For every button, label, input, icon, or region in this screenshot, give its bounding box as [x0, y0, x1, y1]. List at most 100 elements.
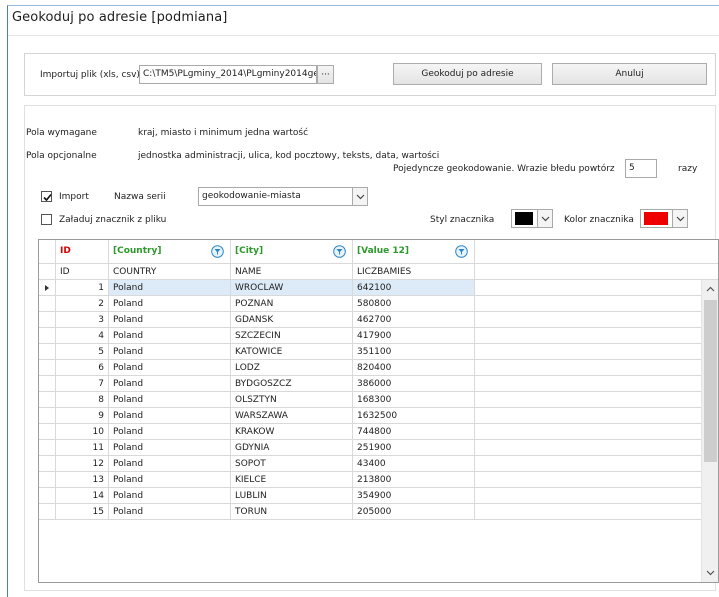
cell-value[interactable]: 744800	[353, 424, 475, 440]
cell-id[interactable]: 3	[56, 312, 109, 328]
cell-id[interactable]: 2	[56, 296, 109, 312]
cell-city[interactable]: WROCLAW	[231, 280, 353, 296]
cell-id[interactable]: 11	[56, 440, 109, 456]
table-row[interactable]: 8 Poland OLSZTYN 168300	[39, 392, 718, 408]
row-indicator[interactable]	[39, 296, 56, 312]
cell-value[interactable]: 205000	[353, 504, 475, 520]
cell-city[interactable]: BYDGOSZCZ	[231, 376, 353, 392]
cell-country[interactable]: Poland	[109, 376, 231, 392]
cell-country[interactable]: Poland	[109, 312, 231, 328]
cell-city[interactable]: KRAKOW	[231, 424, 353, 440]
row-indicator[interactable]	[39, 312, 56, 328]
row-indicator[interactable]	[39, 456, 56, 472]
cell-country[interactable]: Poland	[109, 344, 231, 360]
row-indicator[interactable]	[39, 440, 56, 456]
cell-city[interactable]: GDYNIA	[231, 440, 353, 456]
cell-city[interactable]: SOPOT	[231, 456, 353, 472]
cell-value[interactable]: 168300	[353, 392, 475, 408]
load-marker-checkbox[interactable]	[41, 214, 52, 225]
filter-icon[interactable]	[211, 245, 224, 258]
cell-id[interactable]: 7	[56, 376, 109, 392]
cell-country[interactable]: Poland	[109, 392, 231, 408]
cell-value[interactable]: 580800	[353, 296, 475, 312]
filter-icon[interactable]	[455, 245, 468, 258]
cell-id[interactable]: 12	[56, 456, 109, 472]
row-indicator[interactable]	[39, 488, 56, 504]
cell-city[interactable]: SZCZECIN	[231, 328, 353, 344]
cell-value[interactable]: 417900	[353, 328, 475, 344]
cell-city[interactable]: KATOWICE	[231, 344, 353, 360]
cell-city[interactable]: LUBLIN	[231, 488, 353, 504]
cell-city[interactable]: WARSZAWA	[231, 408, 353, 424]
table-row[interactable]: 6 Poland LODZ 820400	[39, 360, 718, 376]
scrollbar-thumb[interactable]	[704, 300, 717, 462]
row-indicator[interactable]	[39, 328, 56, 344]
table-row[interactable]: 13 Poland KIELCE 213800	[39, 472, 718, 488]
cell-country[interactable]: Poland	[109, 328, 231, 344]
cell-value[interactable]: 820400	[353, 360, 475, 376]
marker-color-dropdown[interactable]	[672, 210, 687, 227]
table-row[interactable]: 7 Poland BYDGOSZCZ 386000	[39, 376, 718, 392]
cell-country[interactable]: Poland	[109, 488, 231, 504]
table-row[interactable]: 12 Poland SOPOT 43400	[39, 456, 718, 472]
cell-country[interactable]: Poland	[109, 408, 231, 424]
row-indicator[interactable]	[39, 472, 56, 488]
cell-id[interactable]: 1	[56, 280, 109, 296]
vertical-scrollbar[interactable]	[701, 280, 718, 582]
cell-value[interactable]: 213800	[353, 472, 475, 488]
cell-country[interactable]: Poland	[109, 440, 231, 456]
retry-count-input[interactable]: 5	[625, 159, 657, 178]
cancel-button[interactable]: Anuluj	[552, 63, 707, 85]
marker-style-picker[interactable]	[511, 209, 553, 228]
marker-style-dropdown[interactable]	[537, 210, 552, 227]
table-row[interactable]: 5 Poland KATOWICE 351100	[39, 344, 718, 360]
cell-id[interactable]: 4	[56, 328, 109, 344]
import-checkbox[interactable]	[41, 191, 52, 202]
cell-value[interactable]: 43400	[353, 456, 475, 472]
scroll-up-icon[interactable]	[706, 286, 715, 292]
file-path-input[interactable]: C:\TM5\PLgminy_2014\PLgminy2014ge	[139, 65, 317, 84]
cell-country[interactable]: Poland	[109, 456, 231, 472]
row-indicator[interactable]	[39, 408, 56, 424]
table-row[interactable]: 9 Poland WARSZAWA 1632500	[39, 408, 718, 424]
column-header-city[interactable]: [City]	[231, 240, 353, 264]
cell-value[interactable]: 251900	[353, 440, 475, 456]
row-indicator[interactable]	[39, 360, 56, 376]
row-indicator[interactable]	[39, 344, 56, 360]
series-name-combo[interactable]: geokodowanie-miasta	[198, 187, 368, 206]
cell-city[interactable]: KIELCE	[231, 472, 353, 488]
cell-id[interactable]: 15	[56, 504, 109, 520]
series-dropdown-button[interactable]	[352, 188, 367, 205]
table-row[interactable]: 1 Poland WROCLAW 642100	[39, 280, 718, 296]
data-grid[interactable]: ID [Country] [City] [Value 12] ID COUNTR…	[38, 239, 719, 583]
cell-city[interactable]: LODZ	[231, 360, 353, 376]
marker-color-picker[interactable]	[640, 209, 688, 228]
row-indicator[interactable]	[39, 280, 56, 296]
browse-button[interactable]: ···	[317, 65, 334, 84]
table-row[interactable]: 2 Poland POZNAN 580800	[39, 296, 718, 312]
column-header-value[interactable]: [Value 12]	[353, 240, 475, 264]
cell-city[interactable]: OLSZTYN	[231, 392, 353, 408]
cell-country[interactable]: Poland	[109, 472, 231, 488]
cell-id[interactable]: 5	[56, 344, 109, 360]
cell-id[interactable]: 6	[56, 360, 109, 376]
table-row[interactable]: 15 Poland TORUN 205000	[39, 504, 718, 520]
cell-value[interactable]: 642100	[353, 280, 475, 296]
table-row[interactable]: 10 Poland KRAKOW 744800	[39, 424, 718, 440]
cell-id[interactable]: 9	[56, 408, 109, 424]
cell-id[interactable]: 10	[56, 424, 109, 440]
cell-city[interactable]: TORUN	[231, 504, 353, 520]
cell-value[interactable]: 1632500	[353, 408, 475, 424]
cell-id[interactable]: 8	[56, 392, 109, 408]
filter-icon[interactable]	[333, 245, 346, 258]
geocode-button[interactable]: Geokoduj po adresie	[393, 63, 542, 85]
row-indicator[interactable]	[39, 504, 56, 520]
cell-country[interactable]: Poland	[109, 360, 231, 376]
column-header-id[interactable]: ID	[56, 240, 109, 264]
cell-value[interactable]: 354900	[353, 488, 475, 504]
table-row[interactable]: 11 Poland GDYNIA 251900	[39, 440, 718, 456]
scroll-down-icon[interactable]	[706, 570, 715, 576]
cell-value[interactable]: 386000	[353, 376, 475, 392]
column-header-country[interactable]: [Country]	[109, 240, 231, 264]
table-row[interactable]: 3 Poland GDANSK 462700	[39, 312, 718, 328]
